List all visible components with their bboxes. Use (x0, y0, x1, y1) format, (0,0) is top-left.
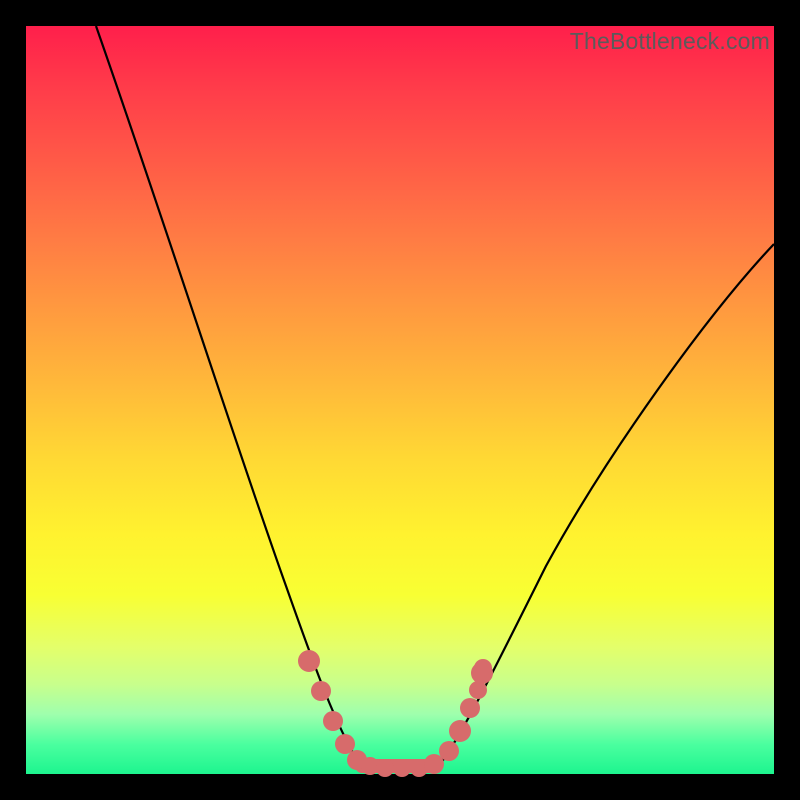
marker-dot (460, 698, 480, 718)
marker-dot (298, 650, 320, 672)
marker-group (298, 650, 493, 777)
marker-dot (449, 720, 471, 742)
marker-dot (335, 734, 355, 754)
curve-overlay (26, 26, 774, 774)
marker-dot (474, 659, 492, 677)
marker-dot (311, 681, 331, 701)
marker-dot (393, 759, 411, 777)
marker-dot (323, 711, 343, 731)
marker-dot (376, 759, 394, 777)
bottleneck-curve (96, 26, 774, 771)
marker-dot (439, 741, 459, 761)
